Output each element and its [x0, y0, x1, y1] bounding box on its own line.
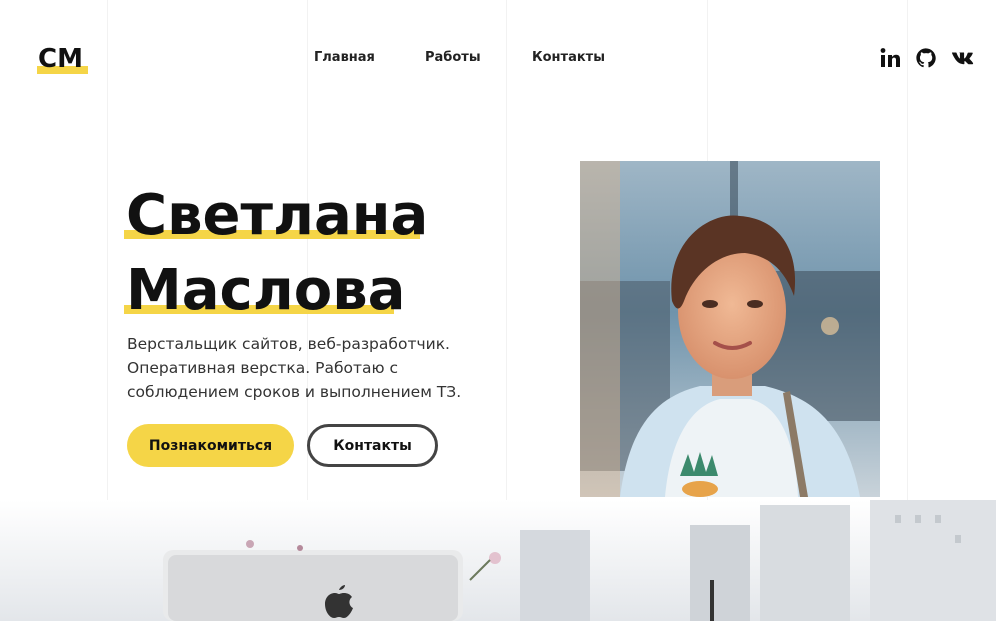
- nav-link-home[interactable]: Главная: [314, 50, 375, 65]
- hero-description: Верстальщик сайтов, веб-разработчик. Опе…: [127, 332, 487, 404]
- github-link[interactable]: [913, 45, 939, 71]
- logo[interactable]: СМ: [37, 44, 88, 74]
- vk-icon: [951, 52, 974, 65]
- vk-link[interactable]: [950, 45, 976, 71]
- logo-text: СМ: [38, 44, 83, 74]
- hero-first-name: Светлана: [124, 183, 429, 248]
- linkedin-link[interactable]: [877, 45, 903, 71]
- about-button[interactable]: Познакомиться: [127, 424, 294, 467]
- first-name-text: Светлана: [126, 183, 429, 248]
- background-scene: [0, 500, 996, 621]
- profile-photo: [580, 161, 880, 497]
- description-line: Оперативная верстка. Работаю с: [127, 359, 399, 377]
- github-icon: [916, 48, 936, 68]
- contacts-button[interactable]: Контакты: [307, 424, 438, 467]
- nav-link-works[interactable]: Работы: [425, 50, 481, 65]
- nav-link-contacts[interactable]: Контакты: [532, 50, 605, 65]
- description-line: Верстальщик сайтов, веб-разработчик.: [127, 335, 450, 353]
- description-line: соблюдением сроков и выполнением ТЗ.: [127, 383, 462, 401]
- hero-last-name: Маслова: [124, 258, 406, 323]
- last-name-text: Маслова: [126, 258, 406, 323]
- linkedin-icon: [880, 48, 900, 67]
